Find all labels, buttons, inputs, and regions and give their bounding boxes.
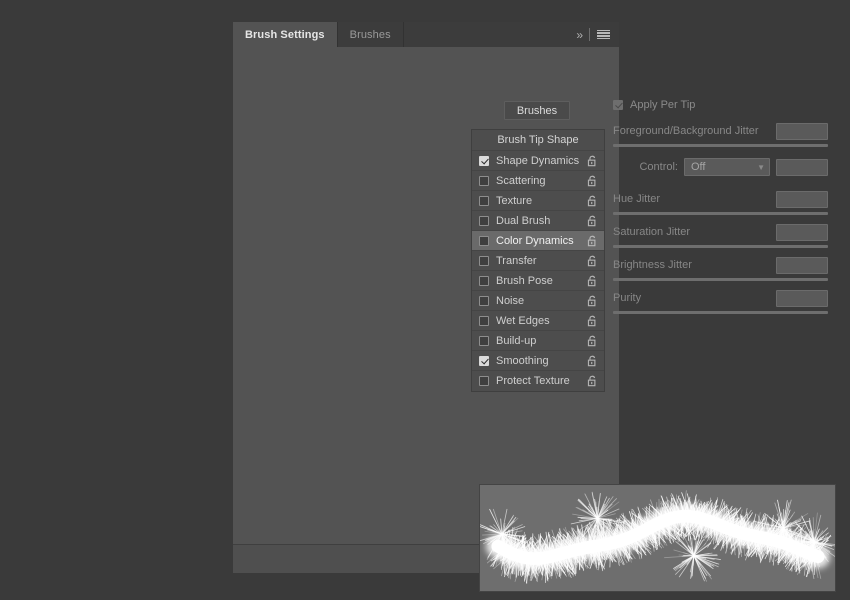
fg-bg-jitter-slider[interactable] xyxy=(613,144,828,147)
apply-per-tip-checkbox[interactable]: Apply Per Tip xyxy=(613,97,828,113)
fg-bg-jitter-group: Foreground/Background Jitter xyxy=(613,121,828,147)
brushes-button-label: Brushes xyxy=(516,104,558,117)
option-row-color-dynamics[interactable]: Color Dynamics xyxy=(472,231,604,251)
option-label: Transfer xyxy=(496,254,537,267)
option-row-protect-texture[interactable]: Protect Texture xyxy=(472,371,604,391)
chevron-double-right-icon[interactable]: » xyxy=(576,29,583,41)
hue-jitter-label: Hue Jitter xyxy=(613,193,661,205)
unlock-icon[interactable] xyxy=(587,155,598,167)
unlock-icon[interactable] xyxy=(587,355,598,367)
unlock-icon[interactable] xyxy=(587,315,598,327)
purity-group: Purity xyxy=(613,288,828,314)
option-label: Brush Pose xyxy=(496,274,553,287)
saturation-jitter-group: Saturation Jitter xyxy=(613,222,828,248)
option-label: Shape Dynamics xyxy=(496,154,580,167)
fg-bg-jitter-label: Foreground/Background Jitter xyxy=(613,125,759,137)
panel-body: Brushes Brush Tip Shape Shape Dynamics Sc… xyxy=(233,47,836,592)
control-dropdown-value: Off xyxy=(691,161,706,173)
unlock-icon[interactable] xyxy=(587,375,598,387)
option-rows: Shape Dynamics Scattering Texture Dual Brus… xyxy=(472,151,604,391)
saturation-jitter-slider[interactable] xyxy=(613,245,828,248)
fg-bg-jitter-value[interactable] xyxy=(776,122,828,140)
hue-jitter-group: Hue Jitter xyxy=(613,189,828,215)
saturation-jitter-label: Saturation Jitter xyxy=(613,226,691,238)
hue-jitter-value[interactable] xyxy=(776,190,828,208)
option-row-build-up[interactable]: Build-up xyxy=(472,331,604,351)
option-row-scattering[interactable]: Scattering xyxy=(472,171,604,191)
saturation-jitter-value[interactable] xyxy=(776,223,828,241)
unlock-icon[interactable] xyxy=(587,235,598,247)
purity-value[interactable] xyxy=(776,289,828,307)
brightness-jitter-value[interactable] xyxy=(776,256,828,274)
option-row-smoothing[interactable]: Smoothing xyxy=(472,351,604,371)
hue-jitter-slider[interactable] xyxy=(613,212,828,215)
purity-slider[interactable] xyxy=(613,311,828,314)
option-checkbox[interactable] xyxy=(479,155,489,166)
option-label: Smoothing xyxy=(496,354,549,367)
unlock-icon[interactable] xyxy=(587,255,598,267)
option-label: Build-up xyxy=(496,334,537,347)
brightness-jitter-slider[interactable] xyxy=(613,278,828,281)
unlock-icon[interactable] xyxy=(587,175,598,187)
brush-option-list: Brush Tip Shape Shape Dynamics Scattering… xyxy=(471,129,605,392)
unlock-icon[interactable] xyxy=(587,335,598,347)
tab-bar-tools: » xyxy=(572,22,619,47)
option-checkbox[interactable] xyxy=(479,175,489,186)
option-checkbox[interactable] xyxy=(479,235,489,246)
unlock-icon[interactable] xyxy=(587,215,598,227)
option-checkbox[interactable] xyxy=(479,335,489,346)
brushes-button[interactable]: Brushes xyxy=(504,101,570,120)
option-label: Dual Brush xyxy=(496,214,551,227)
chevron-down-icon: ▼ xyxy=(757,162,765,172)
option-row-shape-dynamics[interactable]: Shape Dynamics xyxy=(472,151,604,171)
purity-label: Purity xyxy=(613,292,642,304)
control-extra-value[interactable] xyxy=(776,158,828,176)
option-checkbox[interactable] xyxy=(479,295,489,306)
option-checkbox[interactable] xyxy=(479,195,489,206)
option-checkbox[interactable] xyxy=(479,315,489,326)
option-label: Noise xyxy=(496,294,525,307)
panel-menu-icon[interactable] xyxy=(597,29,610,40)
option-row-dual-brush[interactable]: Dual Brush xyxy=(472,211,604,231)
option-row-brush-pose[interactable]: Brush Pose xyxy=(472,271,604,291)
brush-tip-shape-item[interactable]: Brush Tip Shape xyxy=(472,130,604,151)
option-checkbox[interactable] xyxy=(479,255,489,266)
option-checkbox[interactable] xyxy=(479,355,489,366)
option-row-wet-edges[interactable]: Wet Edges xyxy=(472,311,604,331)
panel-tab-bar: Brush Settings Brushes » xyxy=(233,22,619,47)
option-label: Color Dynamics xyxy=(496,234,574,247)
unlock-icon[interactable] xyxy=(587,195,598,207)
brightness-jitter-group: Brightness Jitter xyxy=(613,255,828,281)
option-checkbox[interactable] xyxy=(479,376,489,386)
option-checkbox[interactable] xyxy=(479,215,489,226)
option-label: Scattering xyxy=(496,174,546,187)
option-label: Texture xyxy=(496,194,533,207)
control-label: Control: xyxy=(639,161,678,173)
tab-brush-settings-label: Brush Settings xyxy=(245,28,325,41)
brush-stroke-preview xyxy=(479,484,836,592)
brush-tip-shape-label: Brush Tip Shape xyxy=(497,134,579,146)
tab-brush-settings[interactable]: Brush Settings xyxy=(233,22,338,47)
apply-per-tip-checkbox-box xyxy=(613,100,623,110)
unlock-icon[interactable] xyxy=(587,295,598,307)
tab-bar-spacer xyxy=(403,22,573,47)
brush-settings-panel: Brush Settings Brushes » Brushes Brush T… xyxy=(233,22,836,592)
unlock-icon[interactable] xyxy=(587,275,598,287)
option-row-transfer[interactable]: Transfer xyxy=(472,251,604,271)
brightness-jitter-label: Brightness Jitter xyxy=(613,259,692,271)
control-dropdown-row: Control: Off ▼ xyxy=(613,157,828,177)
tab-brushes-label: Brushes xyxy=(349,28,391,41)
tab-brushes[interactable]: Brushes xyxy=(337,22,404,47)
option-row-texture[interactable]: Texture xyxy=(472,191,604,211)
brush-stroke-graphic xyxy=(480,490,835,584)
apply-per-tip-label: Apply Per Tip xyxy=(630,99,696,111)
control-dropdown[interactable]: Off ▼ xyxy=(684,158,770,176)
toolbar-divider xyxy=(589,28,590,41)
color-dynamics-controls: Apply Per Tip Foreground/Background Jitt… xyxy=(613,97,828,321)
option-label: Wet Edges xyxy=(496,314,550,327)
option-label: Protect Texture xyxy=(496,375,570,387)
option-checkbox[interactable] xyxy=(479,275,489,286)
option-row-noise[interactable]: Noise xyxy=(472,291,604,311)
